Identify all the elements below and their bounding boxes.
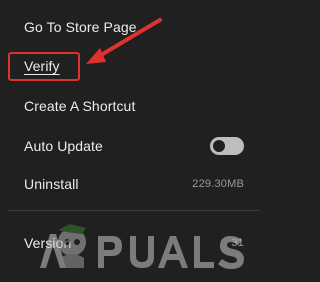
version-value: 31 [231, 237, 244, 249]
auto-update-label: Auto Update [24, 138, 103, 154]
go-to-store-page-item[interactable]: Go To Store Page [0, 9, 268, 45]
version-label: Version [24, 235, 72, 251]
auto-update-item[interactable]: Auto Update [0, 128, 268, 164]
toggle-knob [213, 140, 225, 152]
create-shortcut-label: Create A Shortcut [24, 98, 136, 114]
verify-highlight-box [8, 52, 80, 81]
auto-update-toggle[interactable] [210, 137, 244, 155]
version-item: Version 31 [0, 225, 268, 261]
uninstall-item[interactable]: Uninstall 229.30MB [0, 166, 268, 202]
menu-divider [8, 210, 260, 211]
context-menu: Go To Store Page Verify Create A Shortcu… [0, 0, 268, 282]
uninstall-label: Uninstall [24, 176, 79, 192]
go-to-store-page-label: Go To Store Page [24, 19, 137, 35]
install-size: 229.30MB [192, 178, 244, 190]
create-shortcut-item[interactable]: Create A Shortcut [0, 88, 268, 124]
